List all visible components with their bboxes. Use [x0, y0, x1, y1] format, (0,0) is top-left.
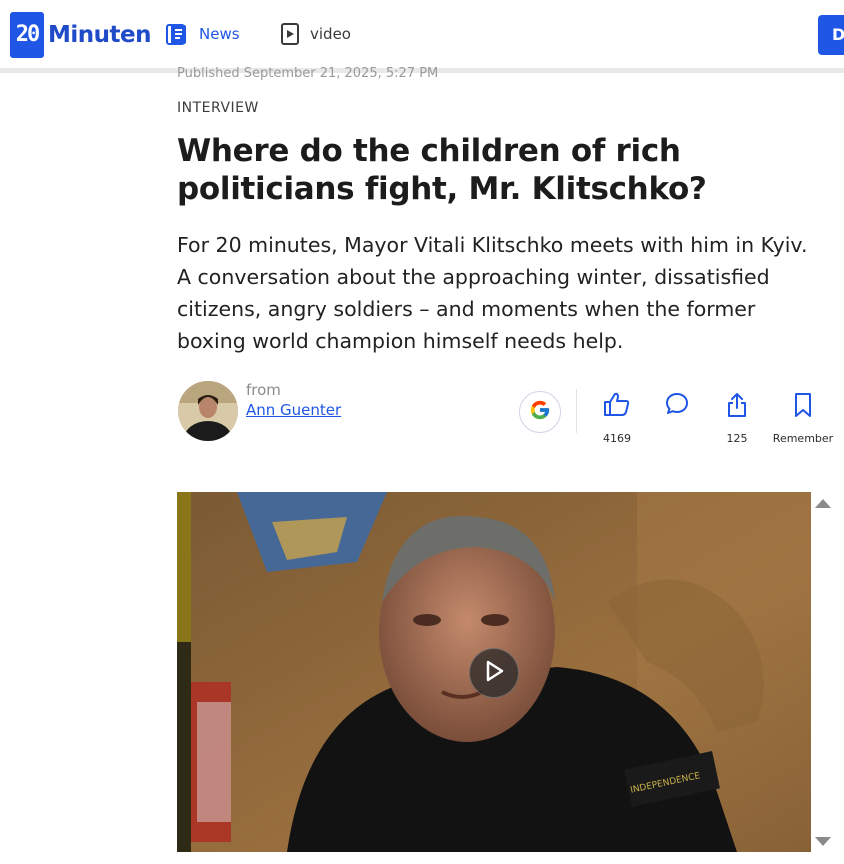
article-lead: For 20 minutes, Mayor Vitali Klitschko m…	[177, 233, 808, 353]
top-navigation-bar: 20 Minuten News video D	[0, 0, 844, 70]
bookmark-button[interactable]: Remember	[768, 391, 838, 446]
scroll-up-arrow[interactable]	[815, 499, 831, 508]
google-preferred-source-button[interactable]	[519, 391, 561, 433]
published-date: Published September 21, 2025, 5:27 PM	[177, 66, 439, 81]
bookmark-icon	[768, 391, 838, 419]
logo-text: Minuten	[48, 22, 152, 48]
actions-divider	[576, 389, 577, 433]
author-from-label: from	[246, 381, 281, 399]
scroll-down-arrow[interactable]	[815, 837, 831, 846]
header-cta-button[interactable]: D	[818, 15, 844, 55]
video-play-button[interactable]	[469, 648, 519, 698]
share-button[interactable]: 125	[702, 391, 772, 446]
logo-mark: 20	[10, 12, 44, 58]
author-avatar[interactable]	[178, 381, 238, 441]
site-logo[interactable]: 20 Minuten	[10, 12, 152, 58]
article-kicker: INTERVIEW	[177, 100, 259, 116]
author-meta: from Ann Guenter	[246, 381, 341, 441]
article-headline: Where do the children of rich politician…	[177, 133, 707, 207]
author-name-link[interactable]: Ann Guenter	[246, 399, 341, 421]
share-count: 125	[726, 432, 748, 445]
news-icon	[165, 22, 189, 46]
nav-video-label: video	[310, 25, 351, 43]
share-icon	[702, 391, 772, 419]
nav-news[interactable]: News	[165, 22, 240, 46]
video-icon	[280, 22, 300, 46]
nav-video[interactable]: video	[280, 22, 351, 46]
play-icon	[483, 659, 505, 687]
author-byline: from Ann Guenter	[178, 381, 341, 441]
bookmark-label: Remember	[772, 432, 834, 445]
nav-news-label: News	[199, 25, 240, 43]
google-icon	[529, 399, 551, 425]
